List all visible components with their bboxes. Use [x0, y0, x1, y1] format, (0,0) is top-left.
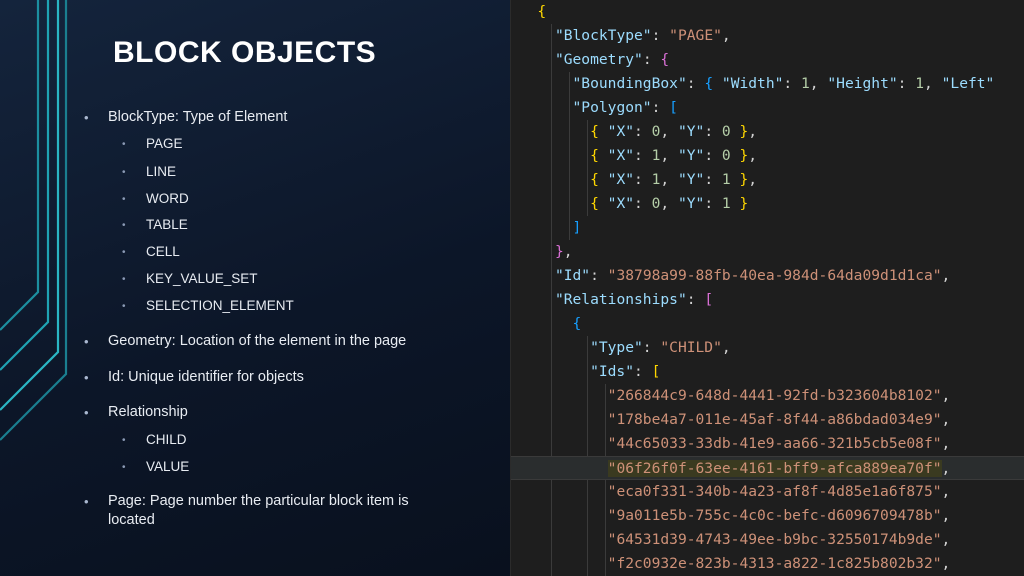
decorative-accent-lines [0, 0, 68, 441]
bullet-icon: • [122, 167, 126, 178]
code-line: "BoundingBox": { "Width": 1, "Height": 1… [572, 75, 995, 92]
slide: BLOCK OBJECTS • BlockType: Type of Eleme… [0, 0, 1024, 576]
code-editor-screenshot: { "BlockType": "PAGE", "Geometry": { "Bo… [510, 0, 1024, 576]
code-line: "178be4a7-011e-45af-8f44-a86bdad034e9", [607, 411, 951, 428]
bullet-icon: • [122, 220, 126, 231]
bullet-icon: • [84, 494, 89, 509]
bullet-icon: • [122, 194, 126, 205]
bullet-icon: • [122, 462, 126, 473]
code-line: { "X": 1, "Y": 1 }, [590, 171, 758, 188]
code-line: { "X": 0, "Y": 1 } [590, 195, 749, 212]
code-line: "eca0f331-340b-4a23-af8f-4d85e1a6f875", [607, 483, 951, 500]
bullet-icon: • [84, 110, 89, 125]
bullet-icon: • [122, 274, 126, 285]
code-line: "64531d39-4743-49ee-b9bc-32550174b9de", [607, 531, 951, 548]
slide-title: BLOCK OBJECTS [113, 36, 377, 69]
code-line: "Polygon": [ [572, 99, 678, 116]
code-line: "BlockType": "PAGE", [554, 27, 731, 44]
code-line: "Id": "38798a99-88fb-40ea-984d-64da09d1d… [554, 267, 951, 284]
bullet-icon: • [84, 370, 89, 385]
code-line-highlighted: "06f26f0f-63ee-4161-bff9-afca889ea70f", [511, 456, 1024, 480]
bullet-icon: • [122, 247, 126, 258]
code-line: "Ids": [ [590, 363, 661, 380]
code-line: { [537, 3, 547, 20]
bullet-icon: • [84, 405, 89, 420]
bullet-icon: • [122, 301, 126, 312]
code-line: }, [554, 243, 573, 260]
code-line: "44c65033-33db-41e9-aa66-321b5cb5e08f", [607, 435, 951, 452]
code-line: { [572, 315, 582, 332]
code-line: "Relationships": [ [554, 291, 714, 308]
code-line: "f2c0932e-823b-4313-a822-1c825b802b32", [607, 555, 951, 572]
code-line: { "X": 1, "Y": 0 }, [590, 147, 758, 164]
code-line: "Type": "CHILD", [590, 339, 731, 356]
code-line: ] [572, 219, 582, 236]
code-line: "9a011e5b-755c-4c0c-befc-d6096709478b", [607, 507, 951, 524]
code-line: { "X": 0, "Y": 0 }, [590, 123, 758, 140]
bullet-icon: • [84, 334, 89, 349]
code-line: "266844c9-648d-4441-92fd-b323604b8102", [607, 387, 951, 404]
code-line: "Geometry": { [554, 51, 670, 68]
bullet-icon: • [122, 435, 126, 446]
bullet-icon: • [122, 139, 126, 150]
